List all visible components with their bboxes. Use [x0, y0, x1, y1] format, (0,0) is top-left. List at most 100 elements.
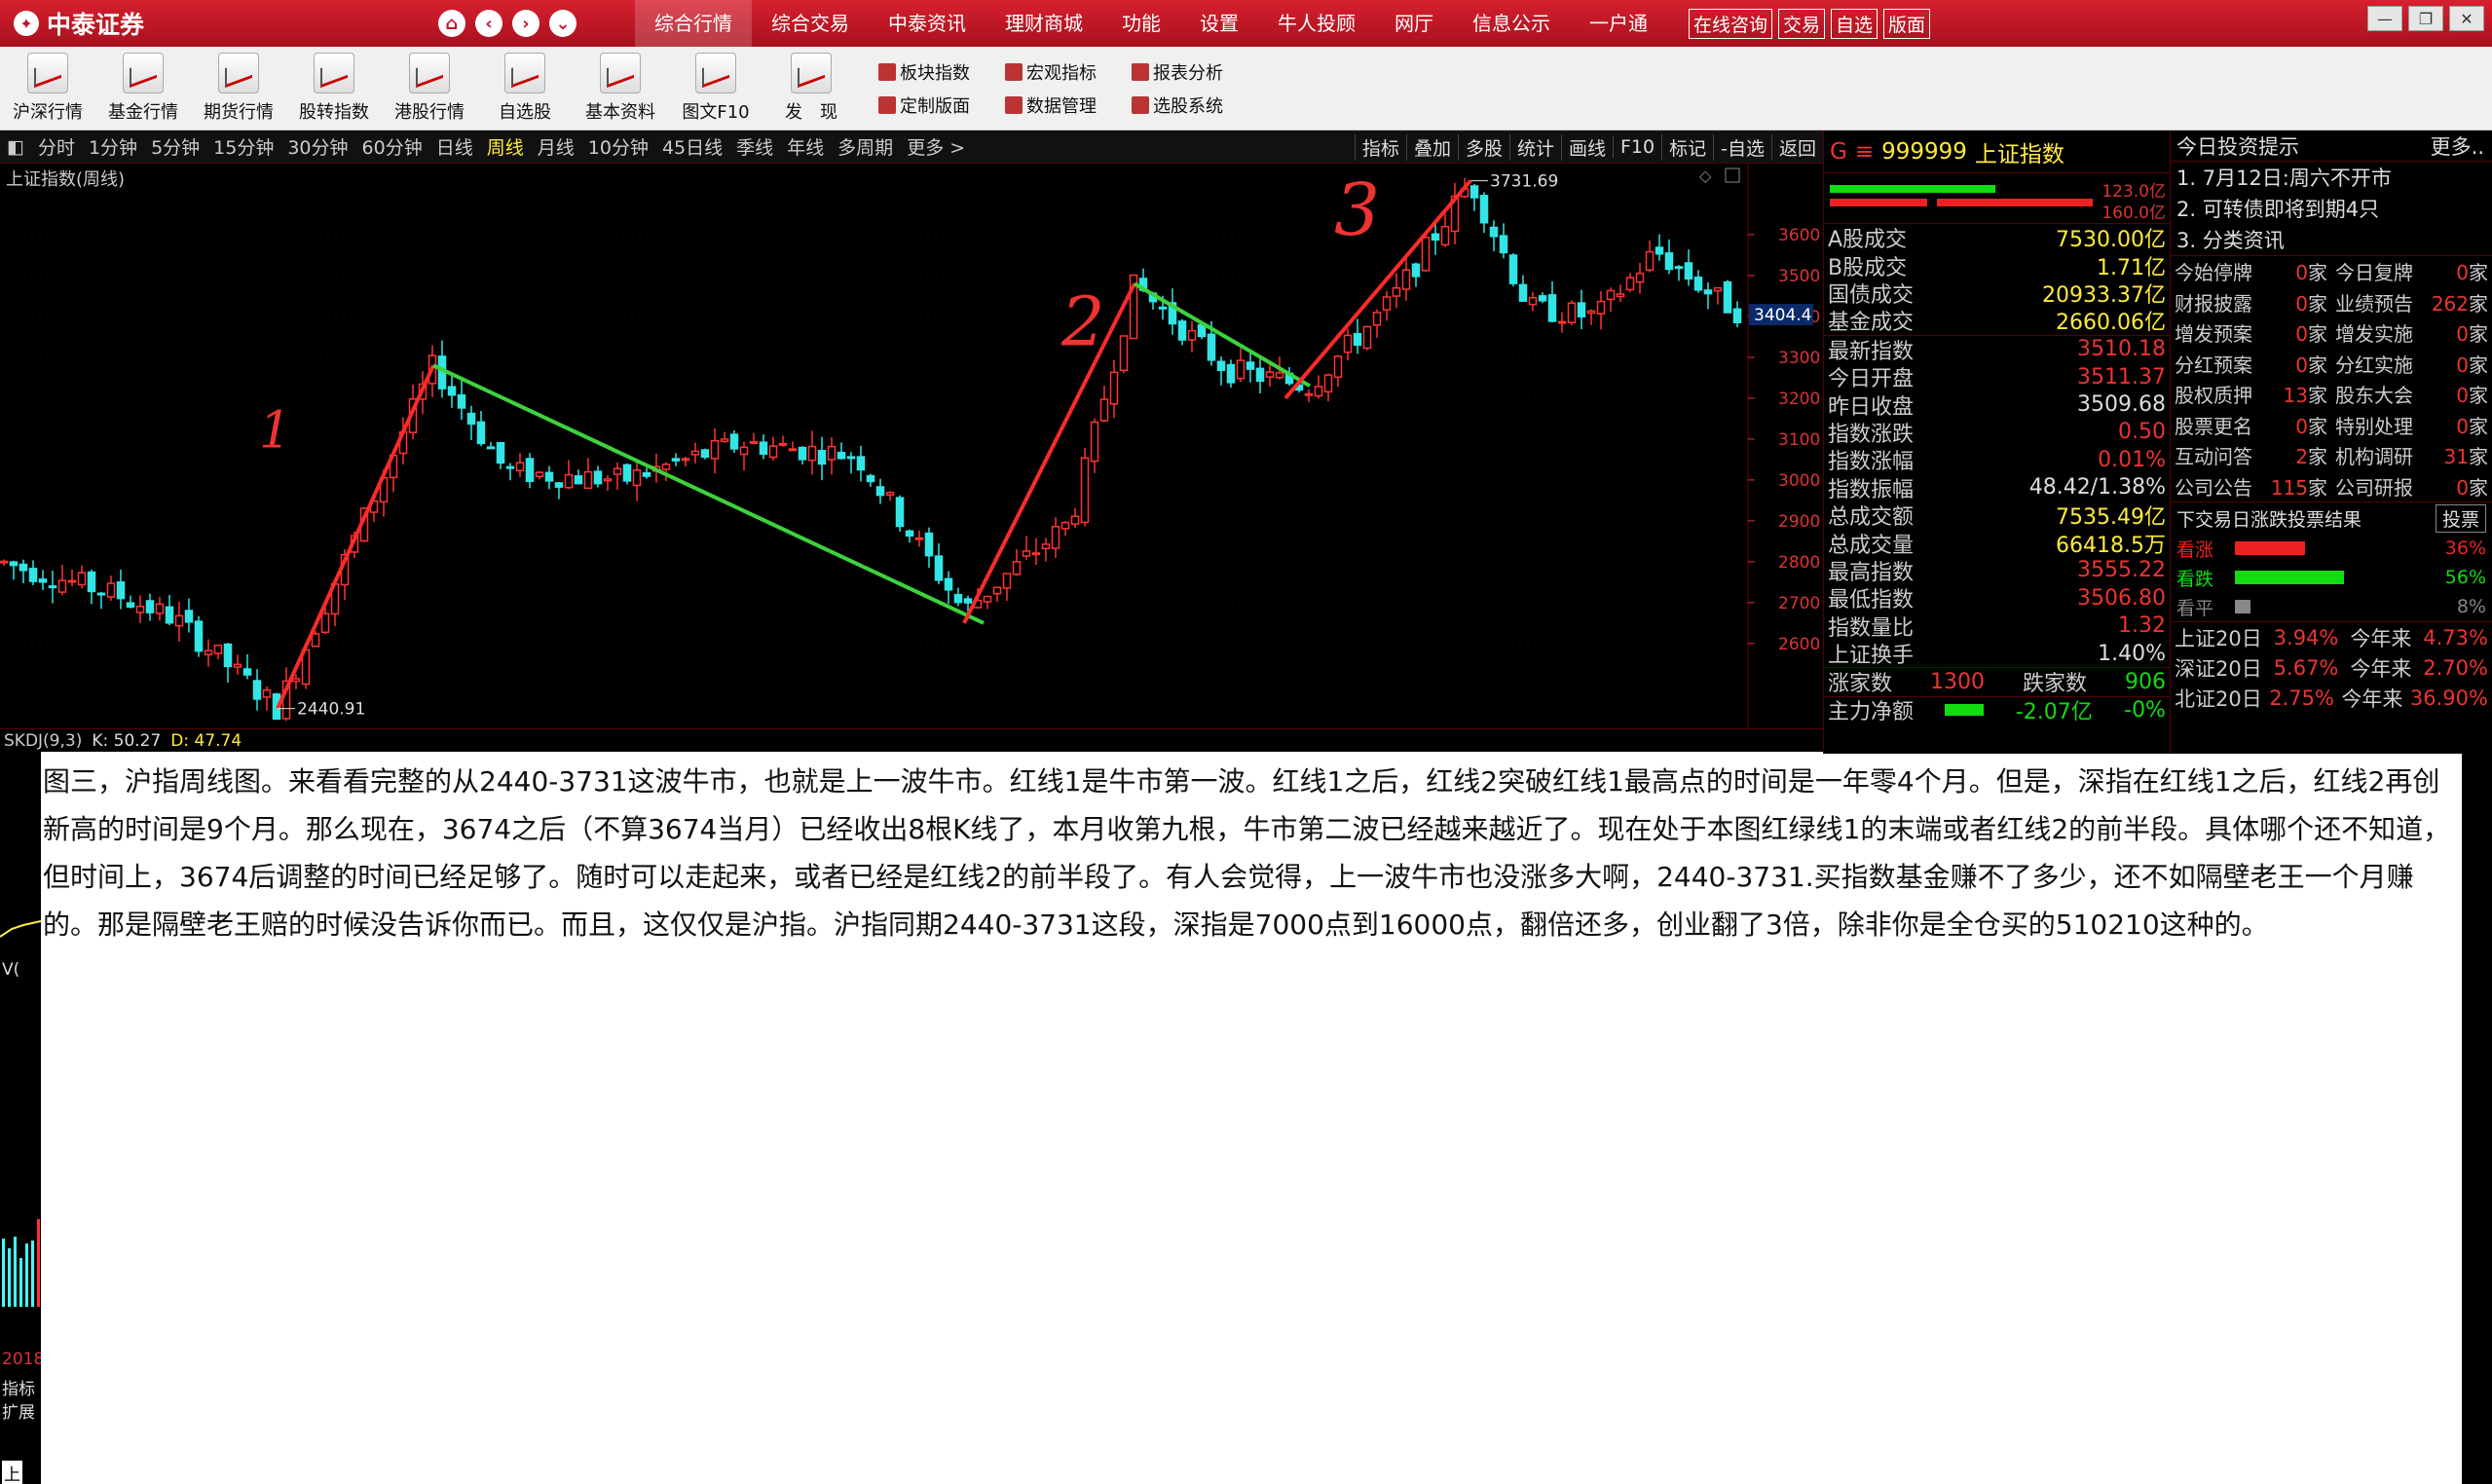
event-cell[interactable]: 股东大会 0家	[2331, 379, 2492, 410]
back-icon[interactable]: ‹	[475, 10, 502, 37]
dropdown-icon[interactable]: ⌄	[549, 10, 577, 37]
event-cell[interactable]: 财报披露 0家	[2171, 287, 2331, 318]
event-cell[interactable]: 今日复牌 0家	[2331, 256, 2492, 287]
period-tab[interactable]: 10分钟	[581, 133, 655, 160]
toolbar-button[interactable]: 股转指数	[286, 47, 382, 130]
period-tool[interactable]: -自选	[1713, 133, 1771, 161]
candle-body	[1625, 277, 1635, 291]
restore-icon[interactable]: ❐	[2408, 6, 2443, 31]
period-tab[interactable]: 15分钟	[206, 133, 280, 160]
chart-title: 上证指数(周线)	[6, 169, 126, 190]
small-tool-button[interactable]: 定制版面	[878, 89, 1005, 122]
event-cell[interactable]: 业绩预告 262家	[2331, 287, 2492, 318]
indicator-name[interactable]: SKDJ(9,3)	[4, 731, 82, 751]
menu-item[interactable]: 网厅	[1375, 0, 1453, 47]
event-cell[interactable]: 增发预案 0家	[2171, 317, 2331, 349]
period-tab[interactable]: 月线	[531, 133, 581, 160]
menu-item[interactable]: 中泰资讯	[869, 0, 986, 47]
period-tab[interactable]: 多周期	[831, 133, 900, 160]
menu-item[interactable]: 一户通	[1570, 0, 1667, 47]
event-cell[interactable]: 特别处理 0家	[2331, 410, 2492, 441]
toolbar-button[interactable]: 图文F10	[668, 47, 763, 130]
minimize-icon[interactable]: —	[2367, 6, 2402, 31]
kline-chart[interactable]: 上证指数(周线) 2600 2700 2800 2900 3000 3100 3200 330…	[0, 164, 1823, 728]
menu-item[interactable]: 信息公示	[1453, 0, 1570, 47]
tips-more-link[interactable]: 更多..	[2431, 131, 2484, 161]
candle-body	[953, 593, 963, 604]
stock-tab[interactable]: 上	[2, 1461, 22, 1484]
toolbar-button[interactable]: 基金行情	[95, 47, 191, 130]
event-cell[interactable]: 互动问答 2家	[2171, 440, 2331, 471]
event-cell[interactable]: 公司研报 0家	[2331, 471, 2492, 502]
period-tab[interactable]: 日线	[429, 133, 480, 160]
event-cell[interactable]: 分红实施 0家	[2331, 349, 2492, 380]
toolbar-button[interactable]: 期货行情	[191, 47, 286, 130]
menu-item[interactable]: 牛人投顾	[1258, 0, 1375, 47]
toolbar-button[interactable]: 港股行情	[382, 47, 477, 130]
tip-item[interactable]: 3. 分类资讯	[2171, 224, 2492, 255]
event-label: 互动问答	[2175, 445, 2252, 469]
forward-icon[interactable]: ›	[512, 10, 539, 37]
period-tab[interactable]: 年线	[780, 133, 831, 160]
small-tool-button[interactable]: 板块指数	[878, 56, 1005, 89]
small-tool-button[interactable]: 报表分析	[1132, 56, 1258, 89]
toolbar-button[interactable]: 沪深行情	[0, 47, 95, 130]
panel-toggle-icon[interactable]: ◧	[0, 136, 31, 158]
extend-tab[interactable]: 扩展	[2, 1398, 35, 1423]
event-cell[interactable]: 公司公告 115家	[2171, 471, 2331, 502]
toolbar-button[interactable]: 自选股	[477, 47, 573, 130]
boxed-menu-item[interactable]: 在线咨询	[1689, 8, 1773, 39]
small-tool-button[interactable]: 宏观指标	[1005, 56, 1132, 89]
event-cell[interactable]: 股票更名 0家	[2171, 410, 2331, 441]
indicator-tab[interactable]: 指标	[2, 1375, 35, 1399]
period-tab[interactable]: 1分钟	[82, 133, 144, 160]
event-count-wrap: 2家	[2295, 441, 2327, 469]
tip-item[interactable]: 2. 可转债即将到期4只	[2171, 193, 2492, 224]
kline-svg[interactable]: 2600270028002900300031003200330034003500…	[0, 164, 1823, 728]
period-tool[interactable]: 多股	[1457, 133, 1509, 161]
menu-item[interactable]: 功能	[1102, 0, 1180, 47]
period-tool[interactable]: F10	[1613, 136, 1661, 158]
event-cell[interactable]: 分红预案 0家	[2171, 349, 2331, 380]
toolbar-button[interactable]: 发 现	[763, 47, 859, 130]
diamond-icon: ◇	[1699, 167, 1712, 185]
boxed-menu-item[interactable]: 自选	[1831, 8, 1878, 39]
period-tab[interactable]: 45日线	[655, 133, 729, 160]
close-icon[interactable]: ✕	[2449, 6, 2484, 31]
period-tool[interactable]: 画线	[1560, 133, 1613, 161]
period-tool[interactable]: 指标	[1354, 133, 1406, 161]
event-unit: 家	[2469, 261, 2488, 285]
period-tab[interactable]: 更多 >	[900, 133, 972, 160]
toolbar-label: 期货行情	[204, 102, 274, 123]
small-tool-button[interactable]: 数据管理	[1005, 89, 1132, 122]
small-tool-button[interactable]: 选股系统	[1132, 89, 1258, 122]
menu-lines-icon[interactable]: ≡	[1855, 139, 1874, 165]
period-tool[interactable]: 叠加	[1405, 133, 1458, 161]
boxed-menu-item[interactable]: 版面	[1883, 8, 1931, 39]
period-tool[interactable]: 返回	[1770, 133, 1823, 161]
boxed-menu-item[interactable]: 交易	[1778, 8, 1826, 39]
period-tab[interactable]: 周线	[480, 133, 531, 160]
event-cell[interactable]: 股权质押 13家	[2171, 379, 2331, 410]
event-cell[interactable]: 今始停牌 0家	[2171, 256, 2331, 287]
home-icon[interactable]: ⌂	[438, 10, 465, 37]
period-tab[interactable]: 5分钟	[144, 133, 206, 160]
period-tab[interactable]: 30分钟	[280, 133, 354, 160]
period-tab[interactable]: 60分钟	[355, 133, 429, 160]
period-tab[interactable]: 季线	[729, 133, 780, 160]
period-tool[interactable]: 统计	[1508, 133, 1561, 161]
period-tab[interactable]: 分时	[31, 133, 82, 160]
event-cell[interactable]: 机构调研 31家	[2331, 440, 2492, 471]
chart-glyph-icon	[607, 57, 634, 89]
tool-icon	[1005, 62, 1023, 81]
event-cell[interactable]: 增发实施 0家	[2331, 317, 2492, 349]
tip-item[interactable]: 1. 7月12日:周六不开市	[2171, 162, 2492, 193]
return-row: 深证20日 5.67% 今年来 2.70%	[2171, 652, 2492, 683]
period-tool[interactable]: 标记	[1661, 133, 1713, 161]
menu-item[interactable]: 设置	[1180, 0, 1258, 47]
vote-button[interactable]: 投票	[2435, 503, 2486, 533]
menu-item[interactable]: 理财商城	[986, 0, 1102, 47]
menu-item[interactable]: 综合行情	[635, 0, 752, 47]
menu-item[interactable]: 综合交易	[752, 0, 869, 47]
toolbar-button[interactable]: 基本资料	[573, 47, 668, 130]
